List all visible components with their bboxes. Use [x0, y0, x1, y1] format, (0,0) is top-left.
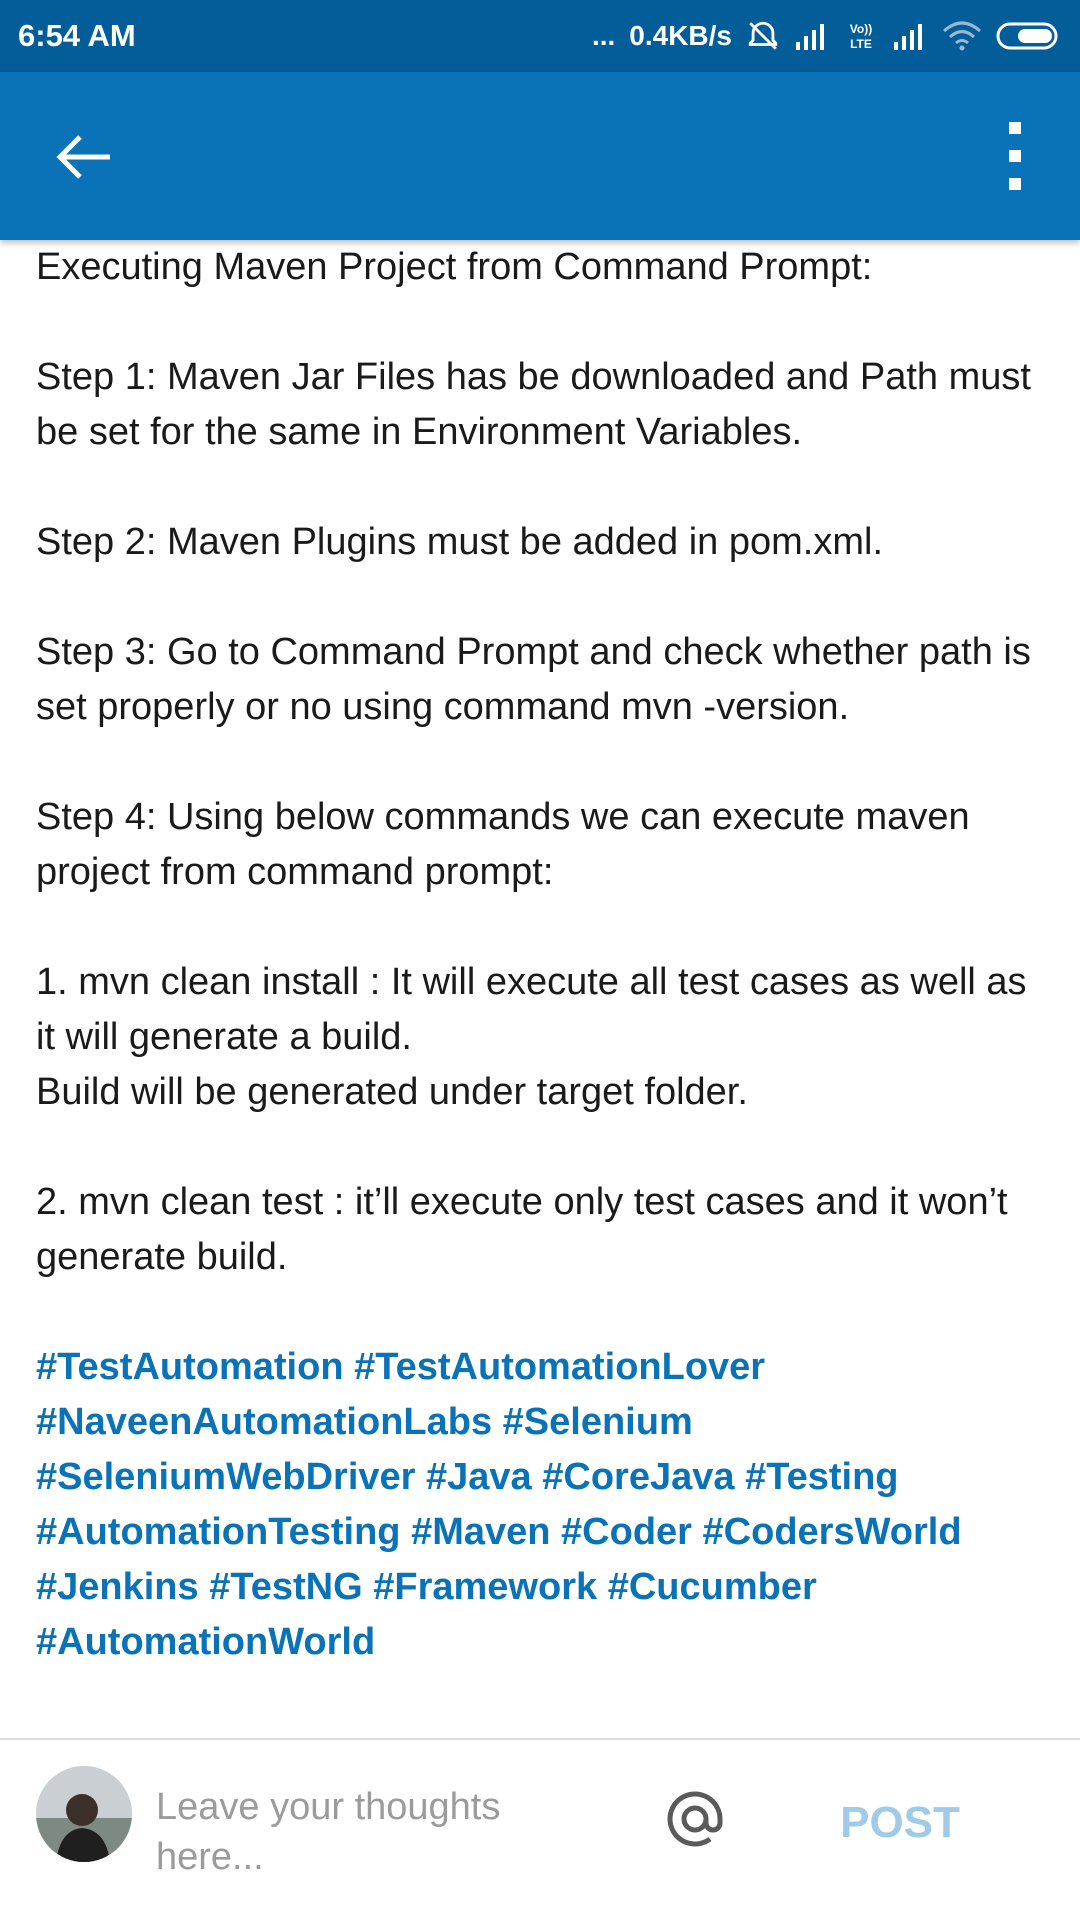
signal-icon	[892, 22, 928, 50]
post-button[interactable]: POST	[830, 1788, 970, 1858]
more-vertical-icon	[1009, 122, 1021, 190]
wifi-icon	[942, 21, 982, 51]
hashtag-link[interactable]: #CodersWorld	[703, 1511, 962, 1553]
status-time: 6:54 AM	[18, 18, 136, 53]
hashtag-link[interactable]: #CoreJava	[542, 1456, 734, 1498]
user-avatar-icon	[36, 1766, 132, 1862]
at-sign-icon	[667, 1791, 723, 1847]
post-step-2: Step 2: Maven Plugins must be added in p…	[36, 521, 884, 563]
status-bar: 6:54 AM ... 0.4KB/s Vo)) LTE	[0, 0, 1080, 72]
hashtag-link[interactable]: #Jenkins	[36, 1566, 199, 1608]
battery-icon	[996, 21, 1062, 51]
comment-bar: Leave your thoughts here... POST	[0, 1738, 1080, 1922]
mention-button[interactable]	[664, 1788, 726, 1850]
hashtag-link[interactable]: #TestNG	[209, 1566, 362, 1608]
svg-text:LTE: LTE	[850, 37, 872, 51]
post-command-1-note: Build will be generated under target fol…	[36, 1071, 748, 1113]
hashtag-link[interactable]: #Coder	[561, 1511, 692, 1553]
more-options-button[interactable]	[990, 114, 1040, 198]
hashtag-link[interactable]: #NaveenAutomationLabs	[36, 1401, 492, 1443]
hashtag-link[interactable]: #Testing	[745, 1456, 898, 1498]
hashtag-link[interactable]: #TestAutomation	[36, 1346, 344, 1388]
hashtag-link[interactable]: #AutomationWorld	[36, 1621, 375, 1663]
hashtag-link[interactable]: #Java	[426, 1456, 532, 1498]
post-step-4: Step 4: Using below commands we can exec…	[36, 796, 970, 893]
volte-icon: Vo)) LTE	[844, 20, 878, 52]
post-command-1: 1. mvn clean install : It will execute a…	[36, 961, 1027, 1058]
hashtag-list: #TestAutomation #TestAutomationLover #Na…	[36, 1340, 1046, 1670]
signal-icon	[794, 22, 830, 50]
hashtag-link[interactable]: #Maven	[411, 1511, 550, 1553]
hashtag-link[interactable]: #Selenium	[503, 1401, 693, 1443]
avatar	[36, 1766, 132, 1862]
post-command-2: 2. mvn clean test : it’ll execute only t…	[36, 1181, 1008, 1278]
notification-dots: ...	[591, 20, 616, 51]
post-step-1: Step 1: Maven Jar Files has be downloade…	[36, 356, 1031, 453]
hashtag-link[interactable]: #SeleniumWebDriver	[36, 1456, 415, 1498]
hashtag-link[interactable]: #Cucumber	[608, 1566, 817, 1608]
arrow-left-icon	[56, 135, 110, 179]
status-icons: ... 0.4KB/s Vo)) LTE	[592, 19, 1062, 53]
hashtag-link[interactable]: #AutomationTesting	[36, 1511, 401, 1553]
app-bar	[0, 72, 1080, 240]
post-step-3: Step 3: Go to Command Prompt and check w…	[36, 631, 1031, 728]
hashtag-link[interactable]: #TestAutomationLover	[354, 1346, 765, 1388]
network-speed: 0.4KB/s	[629, 20, 732, 51]
post-heading: Executing Maven Project from Command Pro…	[36, 246, 873, 288]
alarm-off-icon	[746, 19, 780, 53]
comment-input[interactable]: Leave your thoughts here...	[156, 1782, 616, 1892]
back-button[interactable]	[50, 122, 120, 192]
svg-text:Vo)): Vo))	[850, 22, 872, 36]
hashtag-link[interactable]: #Framework	[373, 1566, 597, 1608]
post-content: Executing Maven Project from Command Pro…	[36, 240, 1046, 1735]
